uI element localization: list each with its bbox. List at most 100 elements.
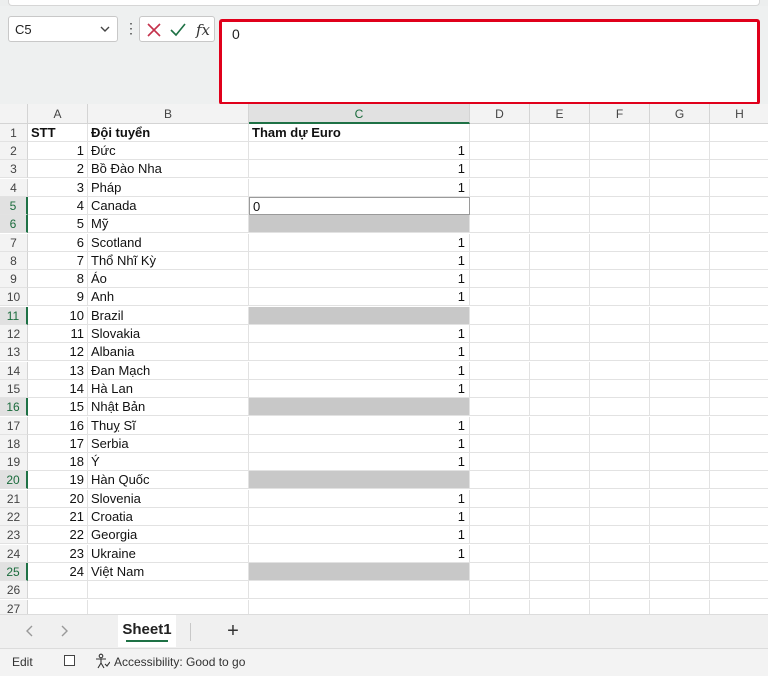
column-header-d[interactable]: D xyxy=(470,104,530,124)
cell-team[interactable]: Thổ Nhĩ Kỳ xyxy=(88,251,249,270)
cell-euro[interactable]: 1 xyxy=(249,325,470,343)
cell-empty[interactable] xyxy=(530,343,590,362)
cell-empty[interactable] xyxy=(470,142,530,160)
cell-empty[interactable] xyxy=(590,489,650,508)
cell-euro[interactable]: 1 xyxy=(249,233,470,252)
cell-empty[interactable] xyxy=(590,544,650,563)
cell-empty[interactable] xyxy=(590,325,650,343)
cell-euro[interactable]: 1 xyxy=(249,343,470,362)
cell-team[interactable]: Canada xyxy=(88,196,249,215)
cell-stt[interactable]: 7 xyxy=(28,251,88,270)
cell-empty[interactable] xyxy=(710,325,768,343)
column-header-e[interactable]: E xyxy=(530,104,590,124)
cell-team[interactable]: Brazil xyxy=(88,306,249,325)
cell-empty[interactable] xyxy=(710,435,768,453)
close-icon[interactable] xyxy=(144,20,164,40)
cell-stt[interactable] xyxy=(28,581,88,600)
cell-empty[interactable] xyxy=(530,270,590,289)
cell-empty[interactable] xyxy=(710,215,768,234)
cell-empty[interactable] xyxy=(650,288,710,307)
cell-stt[interactable]: 23 xyxy=(28,544,88,563)
cell-stt[interactable]: 9 xyxy=(28,288,88,307)
row-header[interactable]: 11 xyxy=(0,306,28,325)
row-header[interactable]: 4 xyxy=(0,178,28,197)
cell-euro[interactable]: 1 xyxy=(249,270,470,289)
cell-empty[interactable] xyxy=(650,562,710,581)
row-header[interactable]: 13 xyxy=(0,343,28,362)
cell-empty[interactable] xyxy=(530,453,590,472)
cell-stt[interactable]: 19 xyxy=(28,471,88,490)
row-header[interactable]: 15 xyxy=(0,379,28,398)
cell-euro[interactable]: 1 xyxy=(249,453,470,472)
cell-empty[interactable] xyxy=(530,325,590,343)
cell-f[interactable] xyxy=(590,124,650,142)
cell-team[interactable] xyxy=(88,599,249,614)
column-header-c[interactable]: C xyxy=(249,104,470,124)
cell-euro[interactable] xyxy=(249,471,470,490)
cell-empty[interactable] xyxy=(590,215,650,234)
row-header[interactable]: 16 xyxy=(0,398,28,417)
chevron-right-icon[interactable] xyxy=(56,623,72,639)
cell-empty[interactable] xyxy=(650,233,710,252)
cell-empty[interactable] xyxy=(650,453,710,472)
add-sheet-button[interactable]: + xyxy=(224,621,242,641)
cell-empty[interactable] xyxy=(530,361,590,380)
cell-empty[interactable] xyxy=(470,434,530,453)
cell-d[interactable] xyxy=(470,124,530,142)
cell-empty[interactable] xyxy=(470,306,530,325)
cell-stt[interactable]: 20 xyxy=(28,489,88,508)
cell-empty[interactable] xyxy=(590,379,650,398)
cell-empty[interactable] xyxy=(650,416,710,435)
cell-empty[interactable] xyxy=(590,526,650,545)
cell-empty[interactable] xyxy=(590,562,650,581)
cell-empty[interactable] xyxy=(590,471,650,490)
cell-stt[interactable]: 10 xyxy=(28,306,88,325)
cell-empty[interactable] xyxy=(470,581,530,600)
cell-empty[interactable] xyxy=(710,343,768,362)
cell-euro[interactable]: 1 xyxy=(249,288,470,307)
cell-euro[interactable]: 1 xyxy=(249,251,470,270)
accessibility-icon[interactable] xyxy=(94,653,110,669)
cell-empty[interactable] xyxy=(650,508,710,526)
cell-team[interactable]: Serbia xyxy=(88,434,249,453)
cell-empty[interactable] xyxy=(650,178,710,197)
name-box[interactable]: C5 xyxy=(8,16,118,42)
cell-stt[interactable]: 6 xyxy=(28,233,88,252)
row-header[interactable]: 27 xyxy=(0,599,28,614)
cell-empty[interactable] xyxy=(470,562,530,581)
cell-empty[interactable] xyxy=(530,581,590,600)
cell-empty[interactable] xyxy=(470,544,530,563)
cell-empty[interactable] xyxy=(530,379,590,398)
cell-empty[interactable] xyxy=(530,398,590,417)
cell-stt[interactable]: 12 xyxy=(28,343,88,362)
cell-empty[interactable] xyxy=(650,398,710,417)
cell-e[interactable] xyxy=(530,124,590,142)
cell-empty[interactable] xyxy=(710,526,768,545)
cell-empty[interactable] xyxy=(530,160,590,179)
column-header-a[interactable]: A xyxy=(28,104,88,124)
formula-input[interactable]: 0 xyxy=(219,19,760,105)
cell-euro[interactable]: 1 xyxy=(249,434,470,453)
cell-empty[interactable] xyxy=(530,142,590,160)
cell-c1[interactable]: Tham dự Euro xyxy=(249,124,470,142)
cell-euro[interactable]: 1 xyxy=(249,526,470,545)
cell-stt[interactable] xyxy=(28,599,88,614)
cell-empty[interactable] xyxy=(650,196,710,215)
cell-stt[interactable]: 13 xyxy=(28,361,88,380)
column-header-b[interactable]: B xyxy=(88,104,249,124)
cell-empty[interactable] xyxy=(650,471,710,490)
cell-empty[interactable] xyxy=(710,362,768,380)
cell-empty[interactable] xyxy=(650,379,710,398)
cell-empty[interactable] xyxy=(470,471,530,490)
cell-empty[interactable] xyxy=(530,233,590,252)
row-header[interactable]: 12 xyxy=(0,325,28,343)
cell-euro[interactable] xyxy=(249,581,470,600)
row-header[interactable]: 1 xyxy=(0,124,28,142)
cell-stt[interactable]: 15 xyxy=(28,398,88,417)
row-header[interactable]: 9 xyxy=(0,270,28,289)
cell-empty[interactable] xyxy=(710,142,768,160)
row-header[interactable]: 26 xyxy=(0,581,28,600)
cell-empty[interactable] xyxy=(470,508,530,526)
chevron-left-icon[interactable] xyxy=(22,623,38,639)
cell-euro[interactable]: 1 xyxy=(249,160,470,179)
